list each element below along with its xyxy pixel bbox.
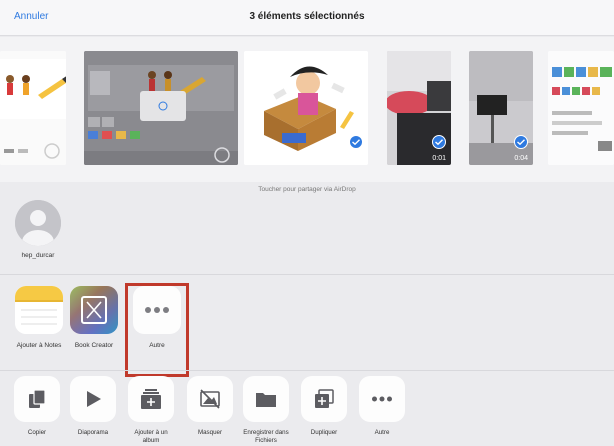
action-more[interactable]: Autre [357,376,407,437]
book-creator-icon [70,286,118,334]
action-label: Dupliquer [310,429,338,436]
divider [0,274,614,275]
action-hide[interactable]: Masquer [185,376,235,437]
copy-icon [14,376,60,422]
folder-icon [243,376,289,422]
page-title: 3 éléments sélectionnés [249,11,365,22]
app-notes[interactable]: Ajouter à Notes [9,286,69,349]
action-label: Ajouter à un album [134,429,168,444]
selected-check-icon [432,135,446,149]
action-label: Enregistrer dans Fichiers [243,429,289,444]
hide-icon [187,376,233,422]
app-label: Ajouter à Notes [16,342,62,349]
action-save-to-files[interactable]: Enregistrer dans Fichiers [241,376,291,445]
airdrop-hint: Toucher pour partager via AirDrop [258,186,356,193]
photo-thumbnail[interactable] [0,51,66,165]
action-duplicate[interactable]: Dupliquer [299,376,349,437]
action-label: Diaporama [77,429,109,436]
action-label: Masquer [197,429,223,436]
action-label: Autre [374,429,390,436]
add-to-album-icon [128,376,174,422]
duplicate-icon [301,376,347,422]
selected-check-icon [514,135,528,149]
video-thumbnail[interactable]: 0:01 [387,51,451,165]
action-copy[interactable]: Copier [12,376,62,437]
notes-icon [15,286,63,334]
video-thumbnail[interactable]: 0:04 [469,51,533,165]
airdrop-contact[interactable]: hep_durcar [12,200,64,259]
video-duration: 0:04 [514,155,528,162]
photo-thumbnail[interactable] [548,51,614,165]
action-slideshow[interactable]: Diaporama [68,376,118,437]
photo-thumbnail[interactable] [84,51,238,165]
avatar [15,200,61,246]
play-icon [70,376,116,422]
highlight-box [125,283,189,377]
video-duration: 0:01 [432,155,446,162]
navigation-bar: Annuler 3 éléments sélectionnés [0,0,614,36]
app-book-creator[interactable]: Book Creator [64,286,124,349]
selected-check-icon [349,135,363,149]
divider [0,370,614,371]
action-label: Copier [27,429,47,436]
more-icon [359,376,405,422]
photo-strip[interactable]: 0:01 0:04 [0,37,614,182]
photo-thumbnail[interactable] [244,51,368,165]
app-label: Book Creator [74,342,114,349]
contact-name: hep_durcar [21,252,55,259]
action-add-to-album[interactable]: Ajouter à un album [126,376,176,445]
